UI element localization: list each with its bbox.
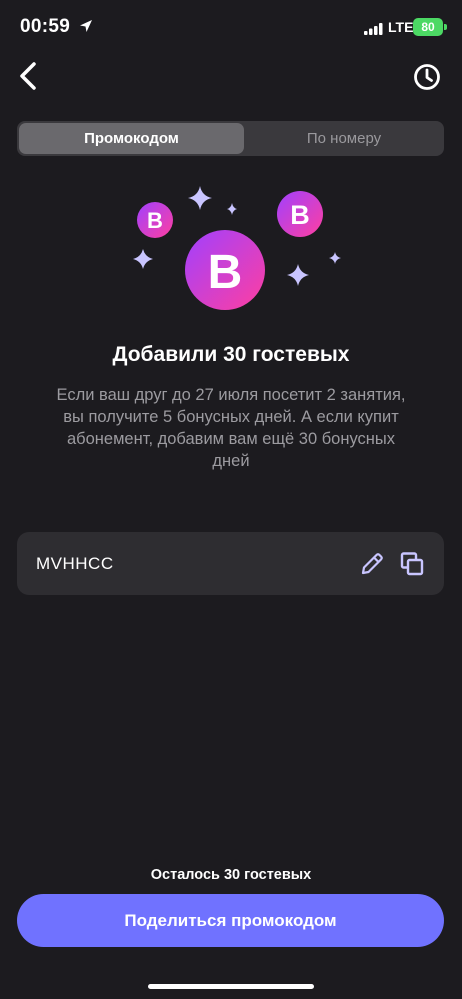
network-label: LTE [388, 19, 414, 35]
battery-icon: 80 [413, 18, 443, 36]
promo-code-value: MVHHCC [36, 554, 114, 573]
share-promocode-button[interactable]: Поделиться промокодом [17, 894, 444, 947]
back-button[interactable] [10, 58, 46, 94]
promo-code-field: MVHHCC [17, 532, 444, 595]
battery-tip [444, 24, 447, 30]
badge-small-left: B [137, 202, 173, 238]
status-bar: 00:59 LTE 80 [0, 0, 462, 56]
tab-promocode[interactable]: Промокодом [19, 123, 244, 154]
copy-button[interactable] [398, 550, 426, 578]
history-button[interactable] [410, 60, 444, 94]
back-chevron-icon [20, 62, 36, 90]
copy-icon [400, 552, 424, 576]
home-indicator [148, 984, 314, 989]
page-title: Добавили 30 гостевых [112, 343, 350, 366]
svg-text:B: B [208, 246, 243, 299]
pencil-icon [361, 553, 383, 575]
history-clock-icon [414, 64, 440, 90]
location-arrow-icon [78, 18, 94, 39]
tab-phone-number[interactable]: По номеру [246, 123, 442, 154]
badge-large: B [185, 230, 265, 310]
mode-tabs: Промокодом По номеру [17, 121, 444, 156]
battery-level: 80 [421, 20, 435, 34]
status-time: 00:59 [20, 16, 71, 37]
badge-small-right: B [277, 191, 323, 237]
svg-text:B: B [147, 208, 163, 233]
svg-text:B: B [290, 200, 310, 230]
remaining-guests-text: Осталось 30 гостевых [150, 867, 312, 883]
signal-icon [364, 22, 384, 40]
hero-illustration: B B B [0, 180, 462, 320]
description-text: Если ваш друг до 27 июля посетит 2 занят… [56, 386, 406, 470]
edit-button[interactable] [358, 550, 386, 578]
